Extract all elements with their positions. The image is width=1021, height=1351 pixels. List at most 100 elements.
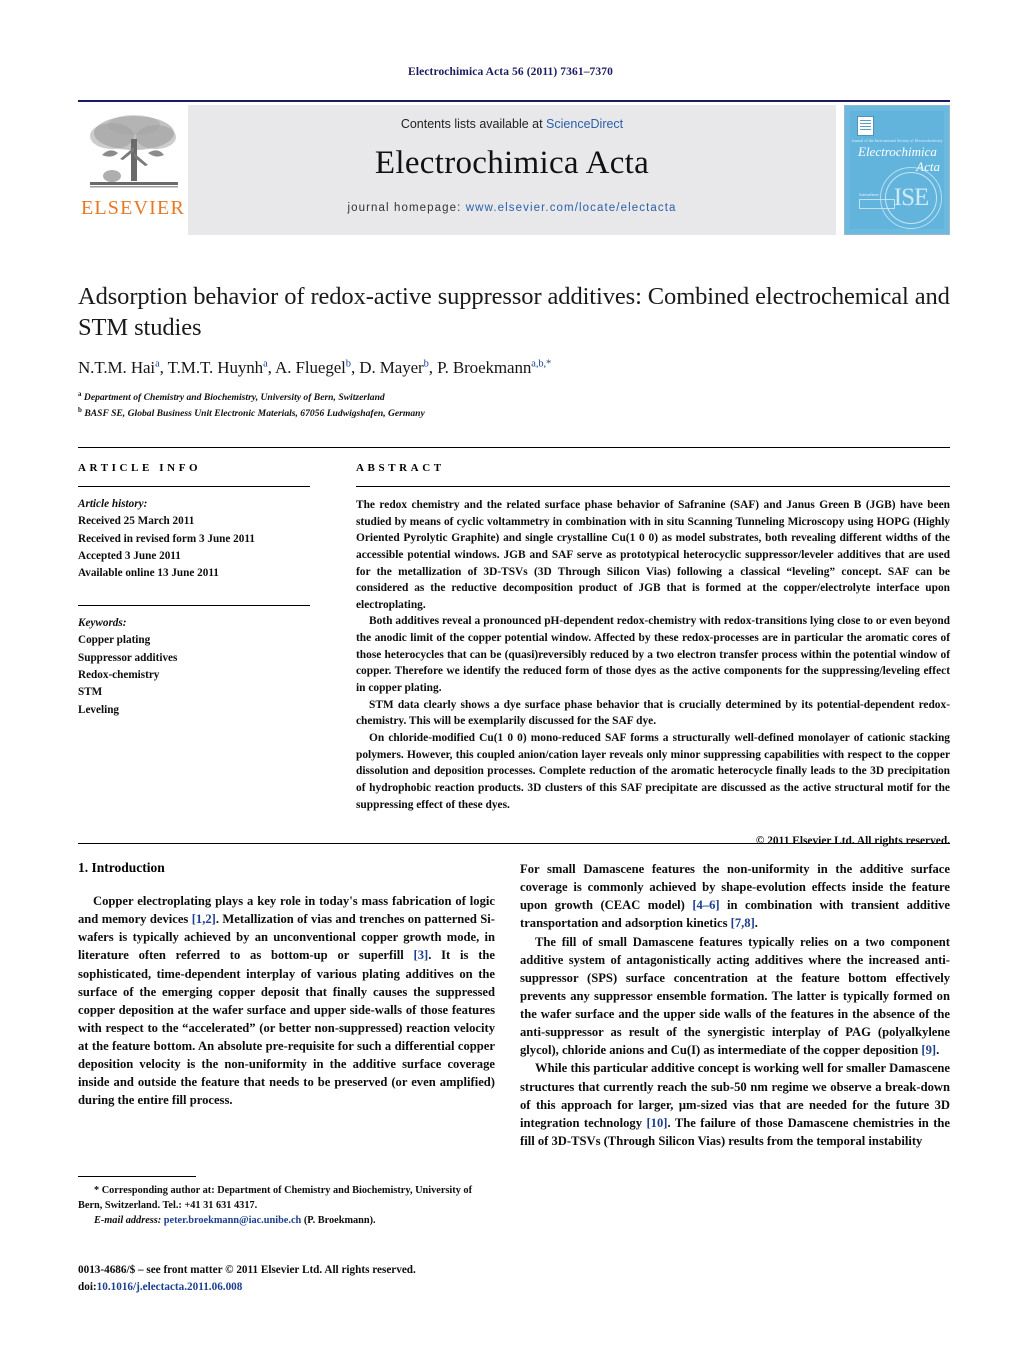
author-marks: a,b,* [531, 358, 552, 370]
citation-link[interactable]: [9] [921, 1043, 936, 1057]
doi-line: doi:10.1016/j.electacta.2011.06.008 [78, 1279, 558, 1296]
article-info-rule [78, 486, 310, 487]
doi-label: doi: [78, 1280, 97, 1293]
journal-homepage-link[interactable]: www.elsevier.com/locate/electacta [466, 202, 677, 214]
abstract-paragraph: Both additives reveal a pronounced pH-de… [356, 615, 950, 695]
journal-masthead: ELSEVIER Contents lists available at Sci… [78, 100, 950, 235]
author-name: N.T.M. Hai [78, 357, 156, 377]
affiliation-mark: b [78, 406, 82, 415]
keyword-item: Suppressor additives [78, 651, 178, 664]
citation-link[interactable]: [7,8] [731, 916, 755, 930]
sciencedirect-link[interactable]: ScienceDirect [546, 117, 623, 131]
author-marks: a [155, 358, 160, 370]
body-paragraph: For small Damascene features the non-uni… [520, 862, 950, 931]
article-info-heading: ARTICLE INFO [78, 462, 202, 474]
ise-seal-icon: ISE [880, 167, 942, 229]
abstract-bottom-rule [78, 843, 950, 844]
history-item: Received 25 March 2011 [78, 515, 195, 528]
corresponding-author-note: * Corresponding author at: Department of… [78, 1185, 473, 1211]
cover-society-line: Journal of the International Society of … [851, 139, 943, 143]
affiliation-item: b BASF SE, Global Business Unit Electron… [78, 405, 950, 421]
body-paragraph: The fill of small Damascene features typ… [520, 934, 950, 1058]
email-note: E-mail address: peter.broekmann@iac.unib… [78, 1214, 495, 1229]
keyword-item: Redox-chemistry [78, 668, 160, 681]
article-info-column: ARTICLE INFO Article history: Received 2… [78, 462, 310, 719]
contents-prefix: Contents lists available at [400, 117, 547, 131]
page-title: Adsorption behavior of redox-active supp… [78, 283, 950, 341]
keyword-item: STM [78, 686, 103, 699]
contents-available-line: Contents lists available at ScienceDirec… [401, 117, 623, 131]
author-name: D. Mayer [359, 357, 424, 377]
journal-title: Electrochimica Acta [374, 145, 650, 181]
email-suffix: (P. Broekmann). [303, 1214, 376, 1226]
ise-seal-text: ISE [893, 184, 930, 211]
author-list: N.T.M. Haia, T.M.T. Huynha, A. Fluegelb,… [78, 357, 552, 377]
author-item: N.T.M. Haia [78, 358, 160, 377]
author-item: A. Fluegelb [275, 358, 351, 377]
affiliation-item: a Department of Chemistry and Biochemist… [78, 389, 950, 405]
abstract-rule [356, 486, 950, 487]
article-history-group: Article history: Received 25 March 2011 … [78, 496, 310, 583]
abstract-column: ABSTRACT The redox chemistry and the rel… [356, 462, 950, 847]
keyword-item: Copper plating [78, 634, 151, 647]
abstract-copyright: © 2011 Elsevier Ltd. All rights reserved… [755, 835, 950, 848]
affiliation-mark: a [78, 389, 82, 398]
elsevier-wordmark: ELSEVIER [80, 197, 186, 219]
keywords-label: Keywords: [78, 616, 127, 629]
history-item: Received in revised form 3 June 2011 [78, 532, 255, 545]
history-item: Available online 13 June 2011 [78, 567, 219, 580]
homepage-prefix: journal homepage: [347, 202, 466, 214]
footnote-rule [78, 1176, 196, 1177]
journal-homepage-line: journal homepage: www.elsevier.com/locat… [347, 202, 676, 214]
email-label: E-mail address: [94, 1214, 162, 1226]
introduction-text-left: Copper electroplating plays a key role i… [78, 892, 495, 1110]
author-marks: a [263, 358, 268, 370]
keyword-item: Leveling [78, 703, 120, 716]
cover-inner: Journal of the International Society of … [850, 111, 944, 229]
body-paragraph: Copper electroplating plays a key role i… [78, 894, 495, 1108]
author-marks: b [345, 358, 351, 370]
abstract-body: The redox chemistry and the related surf… [356, 497, 950, 813]
author-item: P. Broekmanna,b,* [437, 358, 551, 377]
affiliation-text: Department of Chemistry and Biochemistry… [83, 391, 385, 403]
body-column-left: 1. Introduction Copper electroplating pl… [78, 860, 495, 1110]
citation-link[interactable]: [10] [646, 1116, 667, 1130]
imprint-line: 0013-4686/$ – see front matter © 2011 El… [78, 1264, 416, 1276]
author-name: A. Fluegel [275, 357, 346, 377]
running-head: Electrochimica Acta 56 (2011) 7361–7370 [408, 66, 613, 78]
email-link[interactable]: peter.broekmann@iac.unibe.ch [164, 1215, 301, 1226]
author-name: T.M.T. Huynh [167, 357, 264, 377]
abstract-heading: ABSTRACT [356, 462, 445, 474]
cover-title-line1: Electrochimica [858, 144, 937, 159]
introduction-text-right: For small Damascene features the non-uni… [520, 860, 950, 1150]
imprint-block: 0013-4686/$ – see front matter © 2011 El… [78, 1262, 558, 1296]
info-top-rule [78, 447, 950, 448]
cover-elsevier-mark-icon [857, 116, 874, 136]
keywords-rule [78, 604, 310, 606]
citation-link[interactable]: [4–6] [692, 898, 719, 912]
history-item: Accepted 3 June 2011 [78, 550, 181, 563]
abstract-paragraph: The redox chemistry and the related surf… [356, 499, 950, 611]
citation-link[interactable]: [1,2] [192, 912, 216, 926]
journal-band: Contents lists available at ScienceDirec… [188, 105, 836, 235]
section-heading-introduction: 1. Introduction [78, 860, 165, 875]
cover-boxlet-label: ScienceDirect [859, 193, 879, 197]
author-name: P. Broekmann [437, 357, 532, 377]
doi-link[interactable]: 10.1016/j.electacta.2011.06.008 [97, 1281, 243, 1293]
body-paragraph: While this particular additive concept i… [520, 1061, 950, 1148]
body-column-right: For small Damascene features the non-uni… [520, 860, 950, 1150]
author-item: T.M.T. Huynha [168, 358, 268, 377]
abstract-paragraph: STM data clearly shows a dye surface pha… [356, 698, 950, 728]
article-history-label: Article history: [78, 498, 148, 510]
elsevier-tree-icon [82, 109, 184, 197]
affiliation-text: BASF SE, Global Business Unit Electronic… [84, 408, 425, 420]
footnote-block: * Corresponding author at: Department of… [78, 1184, 495, 1229]
citation-link[interactable]: [3] [414, 948, 429, 962]
title-block: Adsorption behavior of redox-active supp… [78, 282, 950, 421]
author-item: D. Mayerb [359, 358, 429, 377]
article-page: Electrochimica Acta 56 (2011) 7361–7370 [0, 0, 1021, 1351]
journal-cover-thumbnail: Journal of the International Society of … [844, 105, 950, 235]
keywords-group: Keywords: Copper plating Suppressor addi… [78, 615, 310, 719]
abstract-paragraph: On chloride-modified Cu(1 0 0) mono-redu… [356, 731, 950, 811]
elsevier-logo: ELSEVIER [78, 105, 188, 235]
